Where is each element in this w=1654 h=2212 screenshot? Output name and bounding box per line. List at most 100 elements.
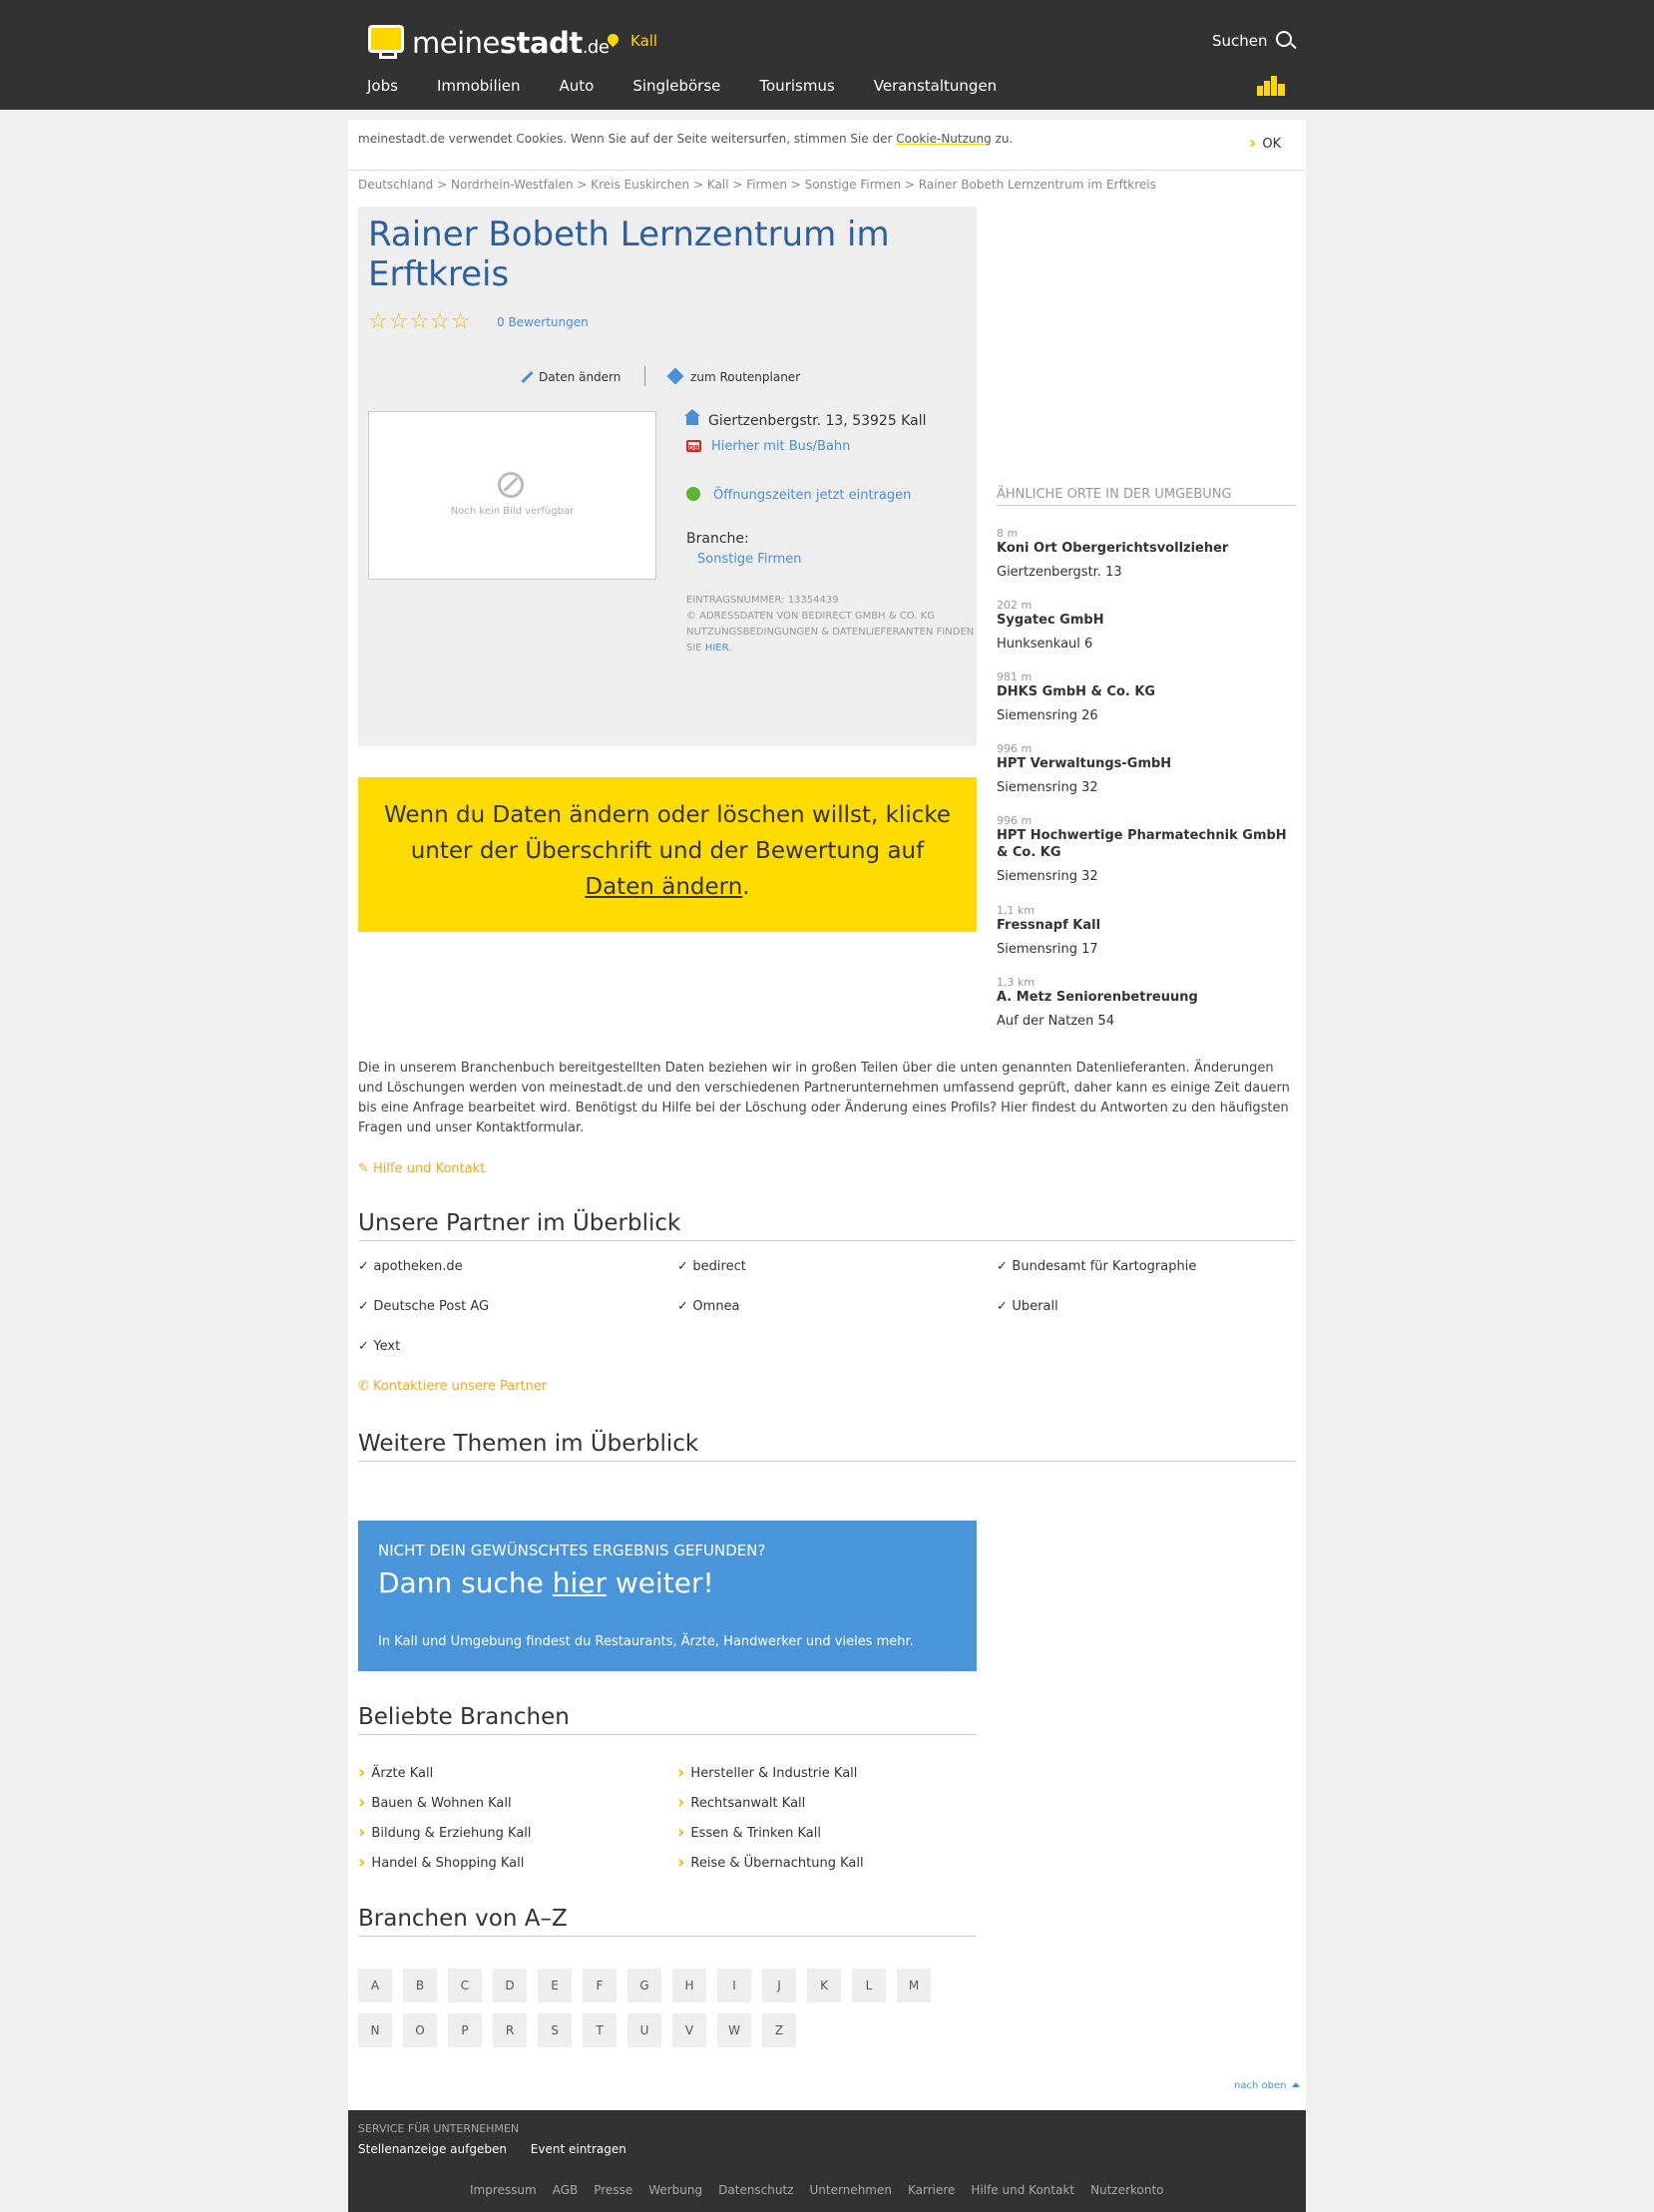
cookie-policy-link[interactable]: Cookie-Nutzung	[896, 132, 991, 146]
site-logo[interactable]: meinestadt.de	[412, 26, 610, 60]
az-letter-button[interactable]: K	[807, 1969, 841, 2002]
az-letter-button[interactable]: G	[627, 1969, 661, 2002]
az-letter-button[interactable]: N	[358, 2013, 392, 2047]
breadcrumb-item[interactable]: Sonstige Firmen	[805, 178, 901, 192]
opening-hours-link[interactable]: Öffnungszeiten jetzt eintragen	[686, 485, 911, 503]
az-letter-button[interactable]: O	[403, 2013, 437, 2047]
partner-item: bedirect	[677, 1259, 745, 1274]
az-letter-button[interactable]: F	[583, 1969, 617, 2002]
footer-link[interactable]: Datenschutz	[718, 2183, 793, 2197]
az-letter-button[interactable]: Z	[762, 2013, 796, 2047]
rating-stars[interactable]: ☆☆☆☆☆	[368, 309, 472, 334]
city-selector[interactable]: Kall	[605, 31, 657, 50]
nav-veranstaltungen[interactable]: Veranstaltungen	[874, 77, 997, 95]
entry-card: Rainer Bobeth Lernzentrum im Erftkreis ☆…	[358, 207, 977, 746]
category-link[interactable]: Sonstige Firmen	[697, 552, 801, 567]
category-link[interactable]: Handel & Shopping Kall	[358, 1851, 524, 1872]
az-letter-button[interactable]: M	[897, 1969, 931, 2002]
nearby-place[interactable]: 996 m HPT Hochwertige Pharmatechnik GmbH …	[997, 815, 1296, 885]
az-letter-button[interactable]: S	[538, 2013, 572, 2047]
az-letter-button[interactable]: P	[448, 2013, 482, 2047]
category-link[interactable]: Bildung & Erziehung Kall	[358, 1821, 531, 1842]
route-planner-button[interactable]: zum Routenplaner	[666, 367, 800, 385]
search-again-subtitle: NICHT DEIN GEWÜNSCHTES ERGEBNIS GEFUNDEN…	[378, 1542, 766, 1559]
az-letter-button[interactable]: D	[493, 1969, 527, 2002]
category-link[interactable]: Hersteller & Industrie Kall	[677, 1761, 857, 1782]
edit-data-link[interactable]: Daten ändern	[585, 874, 742, 900]
address: Giertzenbergstr. 13, 53925 Kall	[684, 409, 926, 429]
az-letter-button[interactable]: T	[583, 2013, 617, 2047]
partner-item: Omnea	[677, 1299, 739, 1314]
nearby-place[interactable]: 202 m Sygatec GmbH Hunksenkaul 6	[997, 600, 1296, 653]
nearby-place[interactable]: 996 m HPT Verwaltungs-GmbH Siemensring 32	[997, 743, 1296, 796]
footer-link[interactable]: Nutzerkonto	[1090, 2183, 1163, 2197]
site-header: meinestadt.de Kall Suchen Jobs Immobilie…	[0, 0, 1654, 110]
back-to-top-link[interactable]: nach oben	[1234, 2080, 1300, 2091]
no-image-icon	[498, 472, 524, 498]
image-placeholder: Noch kein Bild verfügbar	[368, 411, 656, 580]
az-letter-button[interactable]: V	[672, 2013, 706, 2047]
search-button[interactable]: Suchen	[1212, 30, 1292, 50]
az-letter-button[interactable]: R	[493, 2013, 527, 2047]
az-letter-button[interactable]: I	[717, 1969, 751, 2002]
content-area: meinestadt.de verwendet Cookies. Wenn Si…	[348, 120, 1306, 2212]
contact-partners-link[interactable]: ✆ Kontaktiere unsere Partner	[358, 1379, 547, 1394]
footer-link[interactable]: Hilfe und Kontakt	[971, 2183, 1074, 2197]
nav-singleboerse[interactable]: Singlebörse	[632, 77, 720, 95]
search-here-link[interactable]: hier	[553, 1566, 607, 1599]
cookie-ok-button[interactable]: OK	[1249, 132, 1281, 153]
category-link[interactable]: Ärzte Kall	[358, 1761, 433, 1782]
az-letter-button[interactable]: H	[672, 1969, 706, 2002]
footer-link[interactable]: Impressum	[470, 2183, 537, 2197]
az-letter-button[interactable]: J	[762, 1969, 796, 2002]
breadcrumb-item[interactable]: Kall	[707, 178, 729, 192]
breadcrumb-item[interactable]: Deutschland	[358, 178, 433, 192]
search-again-note: In Kall und Umgebung findest du Restaura…	[378, 1634, 914, 1649]
logo-sign-icon[interactable]	[368, 25, 404, 59]
category-link[interactable]: Reise & Übernachtung Kall	[677, 1851, 863, 1872]
city-skyline-icon[interactable]	[1257, 76, 1285, 96]
category-link[interactable]: Rechtsanwalt Kall	[677, 1791, 805, 1812]
nav-tourismus[interactable]: Tourismus	[759, 77, 834, 95]
az-letter-button[interactable]: W	[717, 2013, 751, 2047]
help-contact-link[interactable]: ✎ Hilfe und Kontakt	[358, 1161, 485, 1176]
cookie-text: meinestadt.de verwendet Cookies. Wenn Si…	[358, 132, 1014, 146]
clock-icon	[686, 487, 700, 501]
footer-link[interactable]: Presse	[594, 2183, 632, 2197]
breadcrumb: Deutschland > Nordrhein-Westfalen > Krei…	[358, 178, 1156, 192]
edit-data-button[interactable]: Daten ändern	[521, 370, 620, 384]
footer-link[interactable]: Unternehmen	[810, 2183, 892, 2197]
footer-link[interactable]: Werbung	[648, 2183, 702, 2197]
footer-link[interactable]: Stellenanzeige aufgeben	[358, 2142, 507, 2156]
footer-link[interactable]: Karriere	[908, 2183, 955, 2197]
footer-link[interactable]: Event eintragen	[531, 2142, 626, 2156]
az-letter-button[interactable]: U	[627, 2013, 661, 2047]
nearby-place[interactable]: 1,3 km A. Metz Seniorenbetreuung Auf der N…	[997, 977, 1296, 1030]
ratings-link[interactable]: 0 Bewertungen	[497, 315, 589, 329]
nav-jobs[interactable]: Jobs	[367, 77, 398, 95]
breadcrumb-item[interactable]: Kreis Euskirchen	[591, 178, 689, 192]
category-link[interactable]: Bauen & Wohnen Kall	[358, 1791, 511, 1812]
nav-immobilien[interactable]: Immobilien	[437, 77, 521, 95]
breadcrumb-item[interactable]: Nordrhein-Westfalen	[451, 178, 574, 192]
divider	[644, 366, 646, 386]
partners-heading: Unsere Partner im Überblick	[358, 1210, 1296, 1241]
category-link[interactable]: Essen & Trinken Kall	[677, 1821, 821, 1842]
nearby-place[interactable]: 8 m Koni Ort Obergerichtsvollzieher Giertz…	[997, 528, 1296, 581]
nearby-place[interactable]: 981 m DHKS GmbH & Co. KG Siemensring 26	[997, 671, 1296, 724]
footer-link[interactable]: AGB	[553, 2183, 579, 2197]
az-letter-button[interactable]: E	[538, 1969, 572, 2002]
partner-item: Bundesamt für Kartographie	[997, 1259, 1196, 1274]
az-letter-button[interactable]: A	[358, 1969, 392, 2002]
az-letter-button[interactable]: C	[448, 1969, 482, 2002]
page-title: Rainer Bobeth Lernzentrum im Erftkreis	[368, 215, 890, 294]
public-transport-link[interactable]: DB Hierher mit Bus/Bahn	[686, 439, 850, 454]
az-letter-button[interactable]: L	[852, 1969, 886, 2002]
popular-heading: Beliebte Branchen	[358, 1704, 977, 1735]
nearby-place[interactable]: 1,1 km Fressnapf Kall Siemensring 17	[997, 905, 1296, 958]
breadcrumb-item[interactable]: Firmen	[746, 178, 787, 192]
az-letter-button[interactable]: B	[403, 1969, 437, 2002]
nav-auto[interactable]: Auto	[560, 77, 595, 95]
terms-link[interactable]: HIER	[705, 643, 728, 654]
category-label: Branche:	[686, 531, 749, 547]
